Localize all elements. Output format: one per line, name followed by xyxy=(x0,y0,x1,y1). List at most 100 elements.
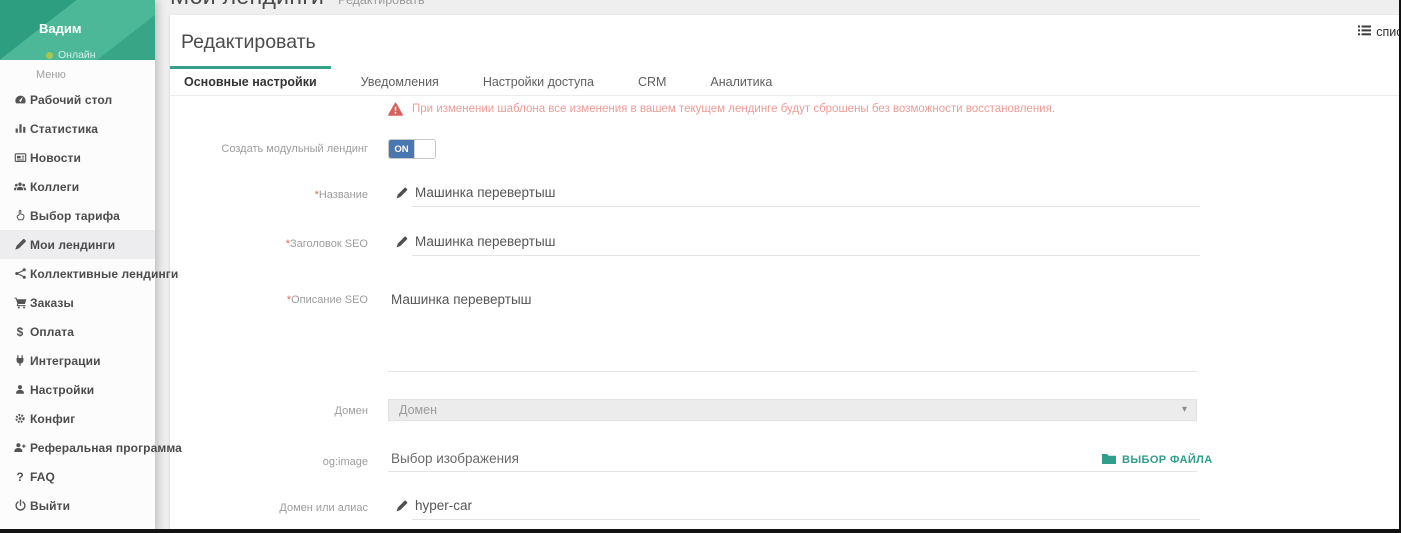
tab-main-settings[interactable]: Основные настройки xyxy=(170,66,331,95)
sidebar-item-label: Заказы xyxy=(30,296,74,310)
orders-icon xyxy=(13,296,27,309)
list-view-button[interactable]: список xyxy=(1358,25,1401,39)
sidebar-item-desktop[interactable]: Рабочий стол xyxy=(0,85,155,114)
sidebar-item-settings[interactable]: Настройки xyxy=(0,375,155,404)
referral-icon xyxy=(13,441,27,454)
page-title: Мои лендинги xyxy=(170,0,324,10)
settings-icon xyxy=(13,383,27,396)
domain-select[interactable]: Домен ▾ xyxy=(388,399,1197,421)
tab-label: Основные настройки xyxy=(184,75,317,89)
sidebar-item-label: Выйти xyxy=(30,499,70,513)
card-title: Редактировать xyxy=(181,31,316,54)
domain-select-placeholder: Домен xyxy=(399,403,437,417)
sidebar-item-colleagues[interactable]: Коллеги xyxy=(0,172,155,201)
warning-text: При изменении шаблона все изменения в ва… xyxy=(412,102,1055,115)
user-name: Вадим xyxy=(39,21,81,36)
sidebar-item-label: FAQ xyxy=(30,470,55,484)
page-heading: Мои лендинги Редактировать xyxy=(170,0,425,10)
sidebar-item-label: Коллеги xyxy=(30,180,79,194)
tab-analytics[interactable]: Аналитика xyxy=(696,66,786,95)
online-status-label: Онлайн xyxy=(58,49,96,60)
logout-icon xyxy=(13,499,27,512)
sidebar-item-orders[interactable]: Заказы xyxy=(0,288,155,317)
tab-crm[interactable]: CRM xyxy=(624,66,680,95)
sidebar-item-statistics[interactable]: Статистика xyxy=(0,114,155,143)
app-window: Мои лендинги Редактировать Вадим Онлайн … xyxy=(0,0,1401,533)
tab-label: Аналитика xyxy=(710,75,772,89)
sidebar-item-my-landings[interactable]: Мои лендинги xyxy=(0,230,155,259)
field-label: Домен xyxy=(170,403,368,419)
colleagues-icon xyxy=(13,180,27,193)
dashboard-icon xyxy=(13,93,27,106)
tab-label: CRM xyxy=(638,75,666,89)
toggle-on-label: ON xyxy=(389,140,414,158)
user-status: Онлайн xyxy=(46,49,96,60)
input-underline xyxy=(388,471,1197,472)
sidebar-item-label: Конфиг xyxy=(30,412,75,426)
sidebar-item-logout[interactable]: Выйти xyxy=(0,491,155,520)
stats-icon xyxy=(13,122,27,135)
sidebar-item-integrations[interactable]: Интеграции xyxy=(0,346,155,375)
field-label: Создать модульный лендинг xyxy=(170,141,368,157)
sidebar-menu: Рабочий стол Статистика Новости Коллеги Выбо… xyxy=(0,85,155,520)
tariff-icon xyxy=(13,209,27,222)
share-icon xyxy=(13,267,27,280)
choose-file-label: ВЫБОР ФАЙЛА xyxy=(1122,454,1213,466)
warning-icon xyxy=(388,102,403,121)
module-toggle[interactable]: ON xyxy=(388,139,436,159)
field-label: og:image xyxy=(170,454,368,470)
sidebar-item-news[interactable]: Новости xyxy=(0,143,155,172)
list-view-label: список xyxy=(1376,25,1401,39)
choose-file-button[interactable]: ВЫБОР ФАЙЛА xyxy=(1102,453,1213,467)
og-image-value[interactable]: Выбор изображения xyxy=(388,451,1091,470)
folder-icon xyxy=(1102,453,1116,467)
config-icon xyxy=(13,412,27,425)
sidebar: Вадим Онлайн Меню Рабочий стол Статистика… xyxy=(0,0,155,533)
sidebar-item-label: Интеграции xyxy=(30,354,101,368)
window-edge xyxy=(0,529,1401,533)
payment-icon: $ xyxy=(13,325,27,339)
tab-bar: Основные настройки Уведомления Настройки д… xyxy=(170,66,1401,96)
sidebar-item-faq[interactable]: ?FAQ xyxy=(0,462,155,491)
sidebar-user-panel: Вадим Онлайн xyxy=(0,0,155,60)
list-icon xyxy=(1358,25,1371,39)
tab-access-settings[interactable]: Настройки доступа xyxy=(469,66,608,95)
sidebar-item-label: Коллективные лендинги xyxy=(30,267,178,281)
online-status-dot xyxy=(46,52,53,59)
menu-section-label: Меню xyxy=(0,60,155,81)
chevron-down-icon: ▾ xyxy=(1182,400,1187,420)
tab-notifications[interactable]: Уведомления xyxy=(347,66,453,95)
sidebar-item-label: Мои лендинги xyxy=(30,238,115,252)
sidebar-item-label: Новости xyxy=(30,151,81,165)
toggle-knob xyxy=(414,140,435,158)
sidebar-item-label: Выбор тарифа xyxy=(30,209,120,223)
pencil-icon xyxy=(396,186,408,204)
field-label: *Название xyxy=(170,187,368,203)
pencil-icon xyxy=(396,235,408,253)
edit-card: Редактировать список Основные настройки У… xyxy=(170,15,1401,533)
field-label: Домен или алиас xyxy=(170,500,368,516)
sidebar-item-collective-landings[interactable]: Коллективные лендинги xyxy=(0,259,155,288)
sidebar-item-config[interactable]: Конфиг xyxy=(0,404,155,433)
faq-icon: ? xyxy=(13,470,27,484)
field-label: *Описание SEO xyxy=(170,292,368,308)
integrations-icon xyxy=(13,354,27,367)
seo-description-textarea[interactable]: Машинка перевертыш xyxy=(388,292,1197,372)
sidebar-item-referral[interactable]: Реферальная программа xyxy=(0,433,155,462)
template-warning: При изменении шаблона все изменения в ва… xyxy=(388,102,1055,121)
pencil-icon xyxy=(396,499,408,517)
name-input[interactable]: Машинка перевертыш xyxy=(412,185,1200,207)
news-icon xyxy=(13,151,27,164)
tab-label: Настройки доступа xyxy=(483,75,594,89)
sidebar-item-label: Реферальная программа xyxy=(30,441,182,455)
sidebar-item-label: Оплата xyxy=(30,325,74,339)
sidebar-item-payment[interactable]: $Оплата xyxy=(0,317,155,346)
sidebar-item-label: Рабочий стол xyxy=(30,93,112,107)
breadcrumb: Редактировать xyxy=(338,0,424,7)
landings-icon xyxy=(13,238,27,251)
sidebar-item-label: Настройки xyxy=(30,383,94,397)
sidebar-item-tariff[interactable]: Выбор тарифа xyxy=(0,201,155,230)
seo-title-input[interactable]: Машинка перевертыш xyxy=(412,234,1200,256)
sidebar-item-label: Статистика xyxy=(30,122,98,136)
alias-input[interactable]: hyper-car xyxy=(412,498,1200,520)
